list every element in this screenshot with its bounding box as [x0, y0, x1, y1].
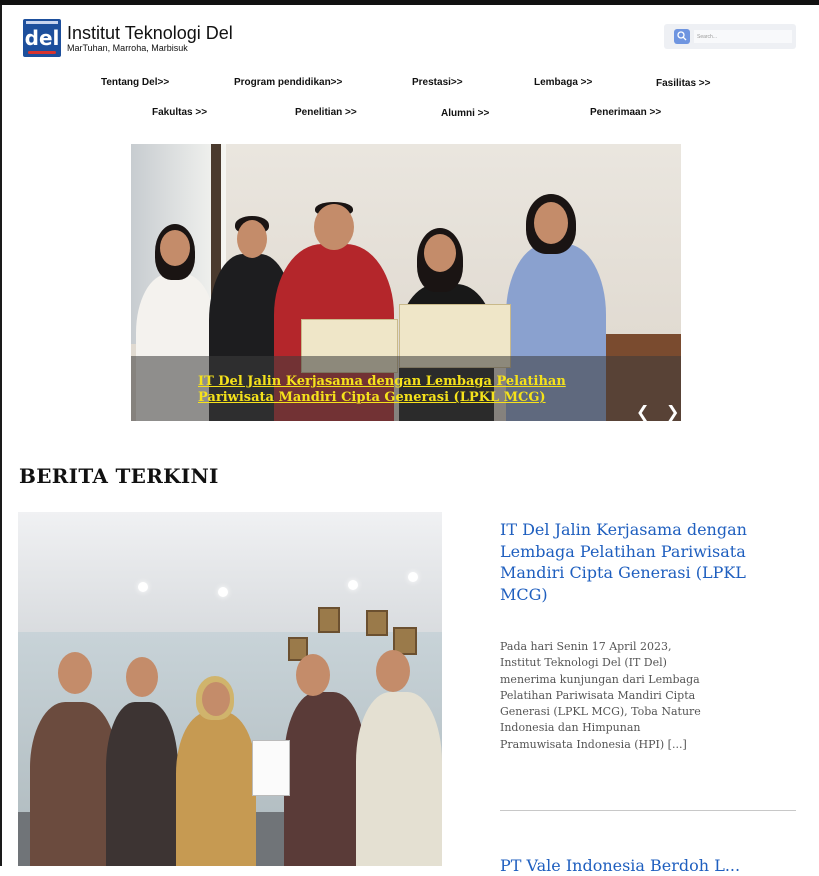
news-article-image[interactable] [18, 512, 442, 866]
nav-program-pendidikan[interactable]: Program pendidikan>> [234, 77, 342, 88]
article-title-link[interactable]: IT Del Jalin Kerjasama dengan Lembaga Pe… [500, 519, 750, 605]
search-bar [664, 24, 796, 49]
nav-lembaga[interactable]: Lembaga >> [534, 77, 592, 88]
article-excerpt: Pada hari Senin 17 April 2023, Institut … [500, 640, 701, 751]
top-bar [0, 0, 819, 5]
chevron-left-icon[interactable]: ❮ [636, 402, 649, 421]
nav-tentang-del[interactable]: Tentang Del>> [101, 77, 169, 88]
del-logo-icon: del [23, 19, 61, 57]
search-input[interactable] [694, 30, 792, 43]
site-title: Institut Teknologi Del [67, 22, 233, 43]
nav-prestasi[interactable]: Prestasi>> [412, 77, 463, 88]
nav-penerimaan[interactable]: Penerimaan >> [590, 107, 661, 118]
left-border [0, 5, 2, 866]
search-button[interactable] [674, 29, 690, 44]
section-title: BERITA TERKINI [19, 464, 219, 488]
site-tagline: MarTuhan, Marroha, Marbisuk [67, 42, 188, 53]
article-divider [500, 810, 796, 811]
nav-fasilitas[interactable]: Fasilitas >> [656, 78, 710, 89]
hero-slider[interactable]: IT Del Jalin Kerjasama dengan Lembaga Pe… [131, 144, 681, 421]
hero-caption-link[interactable]: IT Del Jalin Kerjasama dengan Lembaga Pe… [198, 374, 628, 406]
logo-mark: del [24, 26, 60, 50]
site-logo[interactable]: del Institut Teknologi Del MarTuhan, Mar… [23, 19, 233, 57]
nav-alumni[interactable]: Alumni >> [441, 108, 489, 119]
search-icon [677, 31, 687, 41]
nav-penelitian[interactable]: Penelitian >> [295, 107, 357, 118]
chevron-right-icon[interactable]: ❯ [666, 402, 679, 421]
nav-fakultas[interactable]: Fakultas >> [152, 107, 207, 118]
